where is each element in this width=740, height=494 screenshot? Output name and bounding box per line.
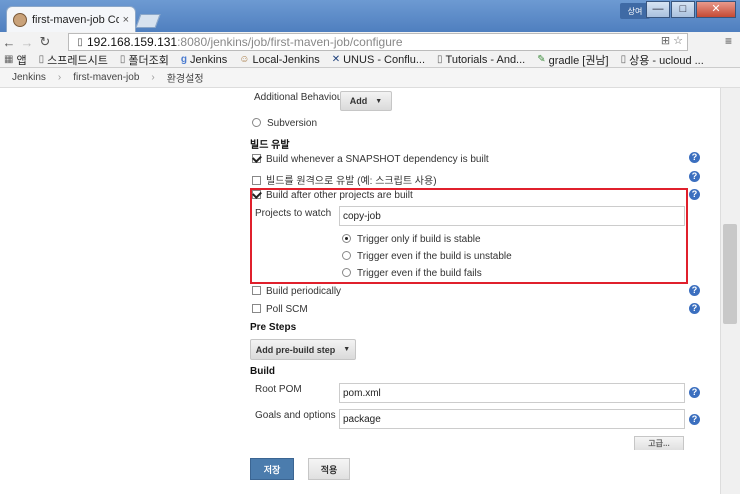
additional-behaviours-label: Additional Behaviours	[254, 92, 351, 103]
breadcrumb-separator: ›	[57, 72, 62, 83]
bookmark-item[interactable]: ▯ 스프레드시트	[38, 52, 108, 67]
poll-scm-checkbox[interactable]	[252, 304, 261, 313]
tab-title: first-maven-job Con	[32, 13, 119, 26]
help-icon[interactable]: ?	[689, 152, 700, 163]
radio-trigger-fails[interactable]: Trigger even if the build fails	[342, 268, 482, 279]
bookmark-item[interactable]: ▯ 폴더조회	[119, 52, 169, 67]
address-bar[interactable]: ▯ 192.168.159.131 :8080/jenkins/job/firs…	[68, 33, 688, 51]
projects-to-watch-label: Projects to watch	[255, 208, 332, 219]
page-icon: ▯	[38, 54, 45, 65]
browser-titlebar: first-maven-job Con × 상여 — □ ✕	[0, 0, 740, 32]
back-icon[interactable]: ←	[0, 35, 18, 50]
page-icon: ▯	[620, 54, 627, 65]
periodically-checkbox[interactable]	[252, 286, 261, 295]
breadcrumb: Jenkins › first-maven-job › 환경설정	[0, 68, 740, 88]
stable-radio[interactable]	[342, 234, 351, 243]
g-icon: g	[180, 54, 187, 65]
vertical-scrollbar[interactable]	[720, 88, 740, 494]
bookmark-item[interactable]: ✕ UNUS - Conflu...	[332, 54, 425, 66]
help-icon[interactable]: ?	[689, 414, 700, 425]
add-behaviour-button[interactable]: Add ▼	[340, 91, 392, 111]
bookmark-item[interactable]: ▦ 앱	[4, 52, 27, 67]
page-icon: ▯	[119, 54, 126, 65]
close-window-button[interactable]: ✕	[696, 1, 736, 18]
gradle-icon: ✎	[537, 54, 546, 65]
goals-options-input[interactable]: package	[339, 409, 685, 429]
bookmark-item[interactable]: ☺ Local-Jenkins	[239, 54, 319, 66]
radio-trigger-unstable[interactable]: Trigger even if the build is unstable	[342, 251, 512, 262]
radio-trigger-stable[interactable]: Trigger only if build is stable	[342, 234, 481, 245]
breadcrumb-separator: ›	[151, 72, 155, 83]
pre-steps-title: Pre Steps	[250, 322, 297, 333]
trigger-after-other-projects[interactable]: Build after other projects are built	[252, 190, 413, 201]
chevron-down-icon: ▼	[343, 346, 351, 353]
tab-close-icon[interactable]: ×	[123, 14, 129, 26]
scrollbar-thumb[interactable]	[723, 224, 737, 324]
browser-tab[interactable]: first-maven-job Con ×	[6, 6, 136, 32]
bookmark-item[interactable]: g Jenkins	[181, 54, 227, 66]
save-button[interactable]: 저장	[250, 458, 294, 480]
root-pom-input[interactable]: pom.xml	[339, 383, 685, 403]
config-page	[0, 88, 720, 494]
breadcrumb-configure[interactable]: 환경설정	[167, 70, 204, 85]
new-tab-button[interactable]	[135, 14, 161, 28]
bookmark-item[interactable]: ▯ Tutorials - And...	[437, 54, 525, 66]
projects-to-watch-input[interactable]: copy-job	[339, 206, 685, 226]
bookmark-item[interactable]: ✎ gradle [권남]	[537, 52, 608, 67]
add-pre-build-step-button[interactable]: Add pre-build step ▼	[250, 339, 356, 360]
trigger-remote[interactable]: 빌드를 원격으로 유발 (예: 스크립트 사용)	[252, 172, 437, 187]
url-host: 192.168.159.131	[87, 35, 178, 49]
page-icon: ▯	[437, 54, 443, 65]
after-other-projects-checkbox[interactable]	[252, 190, 261, 199]
window-controls: — □ ✕	[645, 1, 736, 18]
breadcrumb-job[interactable]: first-maven-job	[73, 72, 139, 83]
browser-toolbar: ← → ↻ ▯ 192.168.159.131 :8080/jenkins/jo…	[0, 32, 740, 52]
forward-icon[interactable]: →	[18, 35, 36, 50]
subversion-radio[interactable]	[252, 118, 261, 127]
help-icon[interactable]: ?	[689, 387, 700, 398]
chrome-menu-icon[interactable]: ≡	[725, 34, 732, 48]
trigger-snapshot[interactable]: Build whenever a SNAPSHOT dependency is …	[252, 154, 489, 165]
bookmarks-bar: ▦ 앱 ▯ 스프레드시트 ▯ 폴더조회 g Jenkins ☺ Local-Jenkins…	[0, 52, 740, 68]
jenkins-favicon-icon	[13, 12, 27, 27]
reload-icon[interactable]: ↻	[36, 34, 54, 50]
subversion-option[interactable]: Subversion	[252, 118, 317, 129]
apps-icon: ▦	[4, 54, 14, 65]
trigger-poll-scm[interactable]: Poll SCM	[252, 304, 308, 315]
apply-button[interactable]: 적용	[308, 458, 350, 480]
root-pom-label: Root POM	[255, 384, 302, 395]
page-info-icon[interactable]: ▯	[73, 37, 87, 48]
help-icon[interactable]: ?	[689, 189, 700, 200]
url-path: :8080/jenkins/job/first-maven-job/config…	[177, 35, 403, 49]
bookmark-item[interactable]: ▯ 상용 - ucloud ...	[620, 52, 704, 67]
build-title: Build	[250, 366, 275, 377]
fails-radio[interactable]	[342, 268, 351, 277]
snapshot-checkbox[interactable]	[252, 154, 261, 163]
remote-trigger-checkbox[interactable]	[252, 176, 261, 185]
advanced-button[interactable]: 고급...	[634, 436, 684, 450]
help-icon[interactable]: ?	[689, 285, 700, 296]
minimize-button[interactable]: —	[646, 1, 670, 18]
trigger-periodically[interactable]: Build periodically	[252, 286, 341, 297]
unstable-radio[interactable]	[342, 251, 351, 260]
help-icon[interactable]: ?	[689, 171, 700, 182]
goals-options-label: Goals and options	[255, 410, 336, 421]
x-icon: ✕	[331, 54, 341, 65]
build-triggers-title: 빌드 유발	[250, 140, 290, 151]
help-icon[interactable]: ?	[689, 303, 700, 314]
translate-star-icons[interactable]: ⊞ ☆	[661, 34, 683, 47]
jenkins-icon: ☺	[239, 54, 250, 65]
maximize-button[interactable]: □	[671, 1, 695, 18]
breadcrumb-jenkins[interactable]: Jenkins	[12, 72, 46, 83]
chevron-down-icon: ▼	[375, 97, 383, 105]
